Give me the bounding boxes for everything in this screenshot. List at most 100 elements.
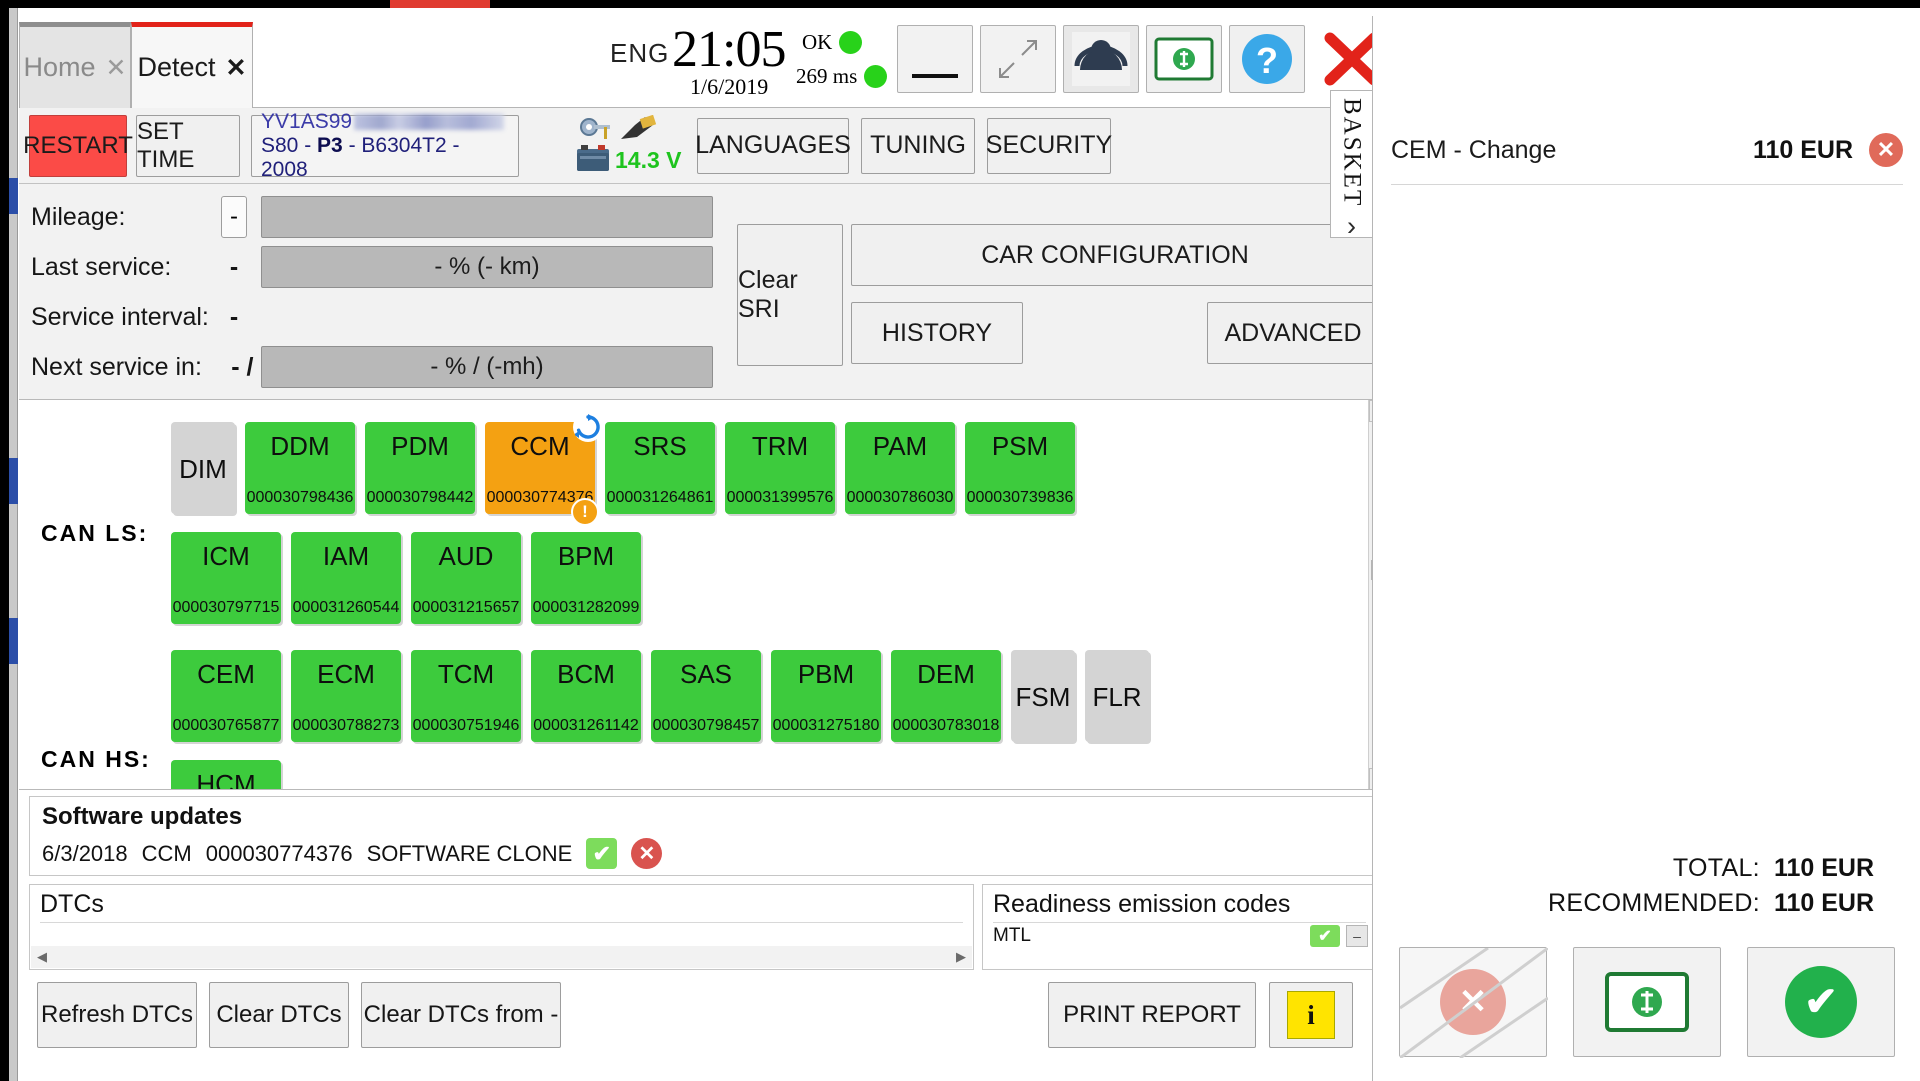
service-label-next-service: Next service in: bbox=[31, 352, 202, 381]
module-ccm[interactable]: CCM 000030774376 ! bbox=[485, 412, 603, 526]
payment-button[interactable] bbox=[1146, 25, 1222, 93]
languages-button[interactable]: LANGUAGES bbox=[695, 117, 851, 174]
restart-button[interactable]: RESTART bbox=[23, 114, 133, 177]
window-frame-top bbox=[0, 0, 1920, 8]
service-row-next-service: Next service in: - / - - % / (-mh) bbox=[31, 342, 721, 392]
module-hcm[interactable]: HCM bbox=[171, 760, 281, 789]
module-ccm-warning-icon: ! bbox=[571, 498, 599, 526]
module-pdm-name: PDM bbox=[391, 431, 449, 461]
readiness-panel-title: Readiness emission codes bbox=[993, 890, 1291, 918]
battery-voltage: 14.3 V bbox=[615, 146, 682, 173]
module-tcm[interactable]: TCM 000030751946 bbox=[411, 650, 521, 742]
basket-cancel-button[interactable]: ✕ bbox=[1399, 947, 1548, 1058]
help-button[interactable]: ? bbox=[1229, 25, 1305, 93]
module-fsm-name: FSM bbox=[1015, 681, 1071, 712]
module-dem[interactable]: DEM 000030783018 bbox=[891, 650, 1001, 742]
software-update-accept-icon[interactable]: ✔ bbox=[586, 838, 618, 869]
module-tcm-name: TCM bbox=[437, 659, 495, 689]
status-latency-led-icon bbox=[864, 64, 888, 88]
basket-total-row: TOTAL: 110 EUR bbox=[1394, 854, 1874, 883]
readiness-row-indicators: ✔ – bbox=[1310, 925, 1368, 947]
basket-tab-label: BASKET bbox=[1338, 98, 1366, 208]
module-fsm[interactable]: FSM bbox=[1011, 650, 1075, 742]
clear-dtcs-button[interactable]: Clear DTCs bbox=[209, 982, 349, 1048]
connection-status-group: 14.3 V bbox=[575, 114, 685, 177]
basket-toggle-tab[interactable]: BASKET › bbox=[1330, 90, 1372, 241]
window-frame-inner-left bbox=[9, 8, 18, 1081]
service-label-mileage: Mileage: bbox=[31, 202, 126, 231]
module-dim-name: DIM bbox=[179, 453, 227, 484]
module-pam[interactable]: PAM 000030786030 bbox=[845, 422, 955, 514]
security-button[interactable]: SECURITY bbox=[986, 117, 1112, 174]
dtc-horizontal-scrollbar[interactable]: ◀ ▶ bbox=[31, 946, 972, 968]
history-button[interactable]: HISTORY bbox=[851, 302, 1023, 364]
module-dim[interactable]: DIM bbox=[171, 422, 235, 514]
module-aud[interactable]: AUD 000031215657 bbox=[411, 532, 521, 624]
service-row-mileage: Mileage: - bbox=[31, 192, 721, 242]
readiness-mini-icon[interactable]: – bbox=[1346, 925, 1368, 947]
edge-marker-2 bbox=[9, 458, 18, 504]
module-bcm[interactable]: BCM 000031261142 bbox=[531, 650, 641, 742]
sep-2: - bbox=[342, 133, 362, 157]
module-icm[interactable]: ICM 000030797715 bbox=[171, 532, 281, 624]
tab-detect[interactable]: Detect ✕ bbox=[131, 22, 253, 108]
service-value-mileage[interactable]: - bbox=[221, 196, 247, 238]
advanced-button[interactable]: ADVANCED bbox=[1207, 302, 1379, 364]
money-icon bbox=[1605, 972, 1689, 1032]
module-bpm[interactable]: BPM 000031282099 bbox=[531, 532, 641, 624]
module-ddm[interactable]: DDM 000030798436 bbox=[245, 422, 355, 514]
set-time-button[interactable]: SET TIME bbox=[136, 114, 240, 177]
module-bpm-name: BPM bbox=[557, 541, 615, 571]
module-iam[interactable]: IAM 000031260544 bbox=[291, 532, 401, 624]
software-update-reject-icon[interactable]: ✕ bbox=[631, 838, 663, 869]
support-button[interactable] bbox=[1063, 25, 1139, 93]
tuning-button[interactable]: TUNING bbox=[861, 117, 975, 174]
module-pbm[interactable]: PBM 000031275180 bbox=[771, 650, 881, 742]
software-update-module: CCM bbox=[141, 840, 192, 866]
dtc-scroll-left-icon[interactable]: ◀ bbox=[37, 949, 47, 965]
window-frame-left bbox=[0, 0, 9, 1081]
minimize-button[interactable] bbox=[897, 25, 973, 93]
module-ecm-code: 000030788273 bbox=[292, 717, 400, 734]
print-report-button[interactable]: PRINT REPORT bbox=[1048, 982, 1256, 1048]
bottom-button-bar: Refresh DTCs Clear DTCs Clear DTCs from … bbox=[19, 976, 1390, 1081]
module-srs[interactable]: SRS 000031264861 bbox=[605, 422, 715, 514]
resize-diagonal-icon bbox=[999, 40, 1037, 78]
module-srs-name: SRS bbox=[633, 431, 687, 461]
vehicle-model: S80 bbox=[261, 133, 299, 157]
module-flr[interactable]: FLR bbox=[1085, 650, 1149, 742]
basket-confirm-button[interactable]: ✔ bbox=[1747, 947, 1895, 1057]
module-pbm-code: 000031275180 bbox=[772, 717, 880, 734]
module-pdm[interactable]: PDM 000030798442 bbox=[365, 422, 475, 514]
clear-sri-button[interactable]: Clear SRI bbox=[737, 224, 843, 366]
basket-recommended-value: 110 EUR bbox=[1773, 889, 1874, 917]
module-ecm[interactable]: ECM 000030788273 bbox=[291, 650, 401, 742]
refresh-dtcs-button[interactable]: Refresh DTCs bbox=[37, 982, 197, 1048]
vehicle-description: S80 - P3 - B6304T2 - 2008 bbox=[261, 134, 509, 182]
module-cem[interactable]: CEM 000030765877 bbox=[171, 650, 281, 742]
tab-home-close-icon[interactable]: ✕ bbox=[106, 53, 127, 83]
basket-item-remove-button[interactable]: ✕ bbox=[1869, 133, 1903, 167]
info-icon: i bbox=[1287, 991, 1335, 1039]
module-sas-name: SAS bbox=[679, 659, 733, 689]
readiness-row: MTL ✔ – bbox=[983, 923, 1376, 947]
status-ok-label: OK bbox=[802, 29, 833, 54]
car-configuration-button[interactable]: CAR CONFIGURATION bbox=[851, 224, 1379, 286]
dtc-scroll-right-icon[interactable]: ▶ bbox=[956, 949, 966, 965]
module-psm[interactable]: PSM 000030739836 bbox=[965, 422, 1075, 514]
module-trm[interactable]: TRM 000031399576 bbox=[725, 422, 835, 514]
module-sas[interactable]: SAS 000030798457 bbox=[651, 650, 761, 742]
module-psm-code: 000030739836 bbox=[966, 489, 1074, 506]
clear-dtcs-from-button[interactable]: Clear DTCs from - bbox=[361, 982, 561, 1048]
vehicle-info-box[interactable]: YV1AS99 S80 - P3 - B6304T2 - 2008 bbox=[251, 110, 519, 181]
restore-button[interactable] bbox=[980, 25, 1056, 93]
module-flr-name: FLR bbox=[1092, 681, 1142, 712]
module-dem-name: DEM bbox=[917, 659, 975, 689]
basket-pay-button[interactable] bbox=[1573, 947, 1721, 1057]
module-ccm-refresh-icon[interactable] bbox=[573, 412, 603, 442]
tab-detect-close-icon[interactable]: ✕ bbox=[226, 53, 247, 83]
edge-marker-1 bbox=[9, 178, 18, 214]
software-updates-panel: Software updates 6/3/2018 CCM 0000307743… bbox=[29, 796, 1377, 876]
tab-home[interactable]: Home ✕ bbox=[19, 22, 131, 108]
info-button[interactable]: i bbox=[1269, 982, 1353, 1048]
